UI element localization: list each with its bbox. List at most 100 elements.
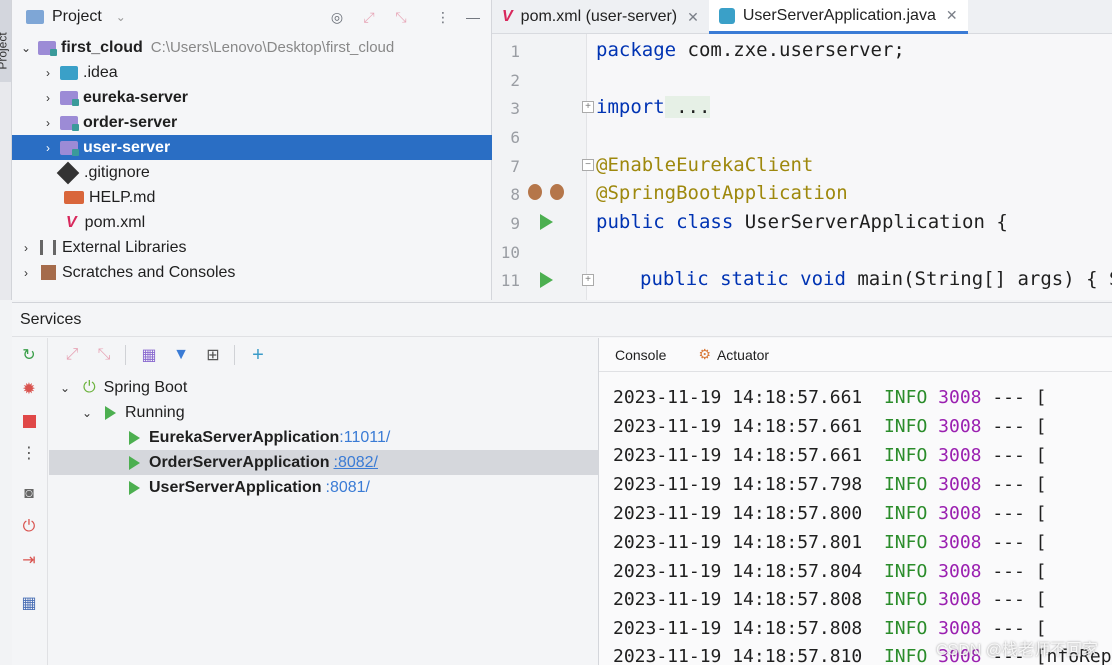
expand-icon[interactable]: ⤢ (360, 8, 378, 26)
service-item-eureka[interactable]: EurekaServerApplication :11011/ (49, 425, 598, 450)
add-icon[interactable]: + (249, 344, 267, 366)
project-panel-title[interactable]: Project (52, 8, 102, 26)
log-pid: 3008 (938, 474, 982, 495)
services-action-strip: ↻ ✹ ⋮ ◙ ⏻ ⇥ ▦ (12, 338, 48, 665)
collapse-icon[interactable]: ⤡ (95, 346, 113, 364)
code-line[interactable]: import ... (596, 96, 711, 118)
services-tree: ⌄ ⏻ Spring Boot ⌄ Running EurekaServerAp… (49, 372, 598, 665)
tree-item-scratches[interactable]: › Scratches and Consoles (12, 260, 492, 285)
code-line[interactable]: public class UserServerApplication { (596, 211, 1008, 233)
project-folder-icon (26, 10, 44, 24)
project-panel: Project ⌄ ◎ ⤢ ⤡ ⋮ — ⌄ first_cloud C:\Use… (12, 0, 492, 300)
service-port-link[interactable]: :11011/ (339, 429, 390, 447)
chevron-right-icon[interactable]: › (40, 116, 56, 130)
code-keyword: package (596, 39, 677, 61)
tree-item-pom-xml[interactable]: V pom.xml (12, 210, 492, 235)
filter-icon[interactable]: ▼ (172, 346, 190, 364)
tree-item-running[interactable]: ⌄ Running (49, 400, 598, 425)
tree-item-label: .idea (83, 63, 118, 81)
log-line: 2023-11-19 14:18:57.661 INFO 3008 --- [ (613, 387, 1047, 408)
log-rest: --- [ (981, 387, 1047, 408)
git-icon (56, 161, 80, 184)
new-tab-icon[interactable]: ⊞ (204, 346, 222, 364)
tree-item-user-server[interactable]: › user-server (12, 135, 492, 160)
tree-item-help-md[interactable]: HELP.md (12, 185, 492, 210)
chevron-down-icon[interactable]: ⌄ (79, 406, 95, 420)
layout-icon[interactable]: ▦ (20, 594, 38, 612)
fold-icon[interactable]: − (582, 159, 594, 171)
bean-icon[interactable] (550, 184, 564, 200)
tree-item-spring-boot[interactable]: ⌄ ⏻ Spring Boot (49, 375, 598, 400)
tree-item-label: Running (125, 403, 185, 421)
tree-item-order-server[interactable]: › order-server (12, 110, 492, 135)
minimize-icon[interactable]: — (464, 8, 482, 26)
tab-label: UserServerApplication.java (742, 6, 936, 24)
tree-item-gitignore[interactable]: .gitignore (12, 160, 492, 185)
run-icon[interactable] (540, 214, 553, 230)
exit-icon[interactable]: ⇥ (20, 551, 38, 569)
log-line: 2023-11-19 14:18:57.798 INFO 3008 --- [ (613, 474, 1047, 495)
chevron-right-icon[interactable]: › (18, 266, 34, 280)
line-number: 6 (510, 128, 520, 147)
close-icon[interactable]: ✕ (946, 7, 958, 24)
tree-item-label: .gitignore (84, 163, 150, 181)
fold-icon[interactable]: + (582, 101, 594, 113)
tab-console[interactable]: Console (599, 338, 682, 372)
fold-icon[interactable]: + (582, 274, 594, 286)
line-number: 1 (510, 42, 520, 61)
chevron-down-icon[interactable]: ⌄ (18, 41, 34, 55)
maven-icon: V (502, 8, 513, 25)
plug-icon[interactable]: ⏻ (20, 518, 38, 536)
bean-icon[interactable] (528, 184, 542, 200)
log-rest: --- [ (981, 532, 1047, 553)
log-line: 2023-11-19 14:18:57.661 INFO 3008 --- [ (613, 416, 1047, 437)
chevron-right-icon[interactable]: › (40, 141, 56, 155)
camera-icon[interactable]: ◙ (20, 485, 38, 503)
chevron-right-icon[interactable]: › (40, 91, 56, 105)
toolbar-separator (234, 345, 235, 365)
line-number: 2 (510, 71, 520, 90)
more-icon[interactable]: ⋮ (20, 444, 38, 462)
group-icon[interactable]: ▦ (140, 346, 158, 364)
chevron-right-icon[interactable]: › (40, 66, 56, 80)
expand-icon[interactable]: ⤢ (63, 346, 81, 364)
run-icon[interactable] (540, 272, 553, 288)
tab-pom-xml[interactable]: V pom.xml (user-server) ✕ (492, 0, 709, 34)
log-pid: 3008 (938, 532, 982, 553)
project-tool-tab-label: Project (0, 32, 10, 70)
refresh-icon[interactable]: ↻ (20, 346, 38, 364)
code-line[interactable]: @EnableEurekaClient (596, 154, 813, 176)
more-icon[interactable]: ⋮ (434, 8, 452, 26)
log-timestamp: 2023-11-19 14:18:57.661 (613, 416, 863, 437)
tree-item-label: HELP.md (89, 188, 156, 206)
tree-item-label: eureka-server (83, 88, 188, 106)
debug-icon[interactable]: ✹ (20, 380, 38, 398)
code-line[interactable]: package com.zxe.userserver; (596, 39, 905, 61)
service-port-link[interactable]: :8081/ (326, 479, 370, 497)
code-line[interactable]: public static void main(String[] args) {… (640, 268, 1112, 290)
tree-item-external-libraries[interactable]: › External Libraries (12, 235, 492, 260)
tab-actuator[interactable]: ⚙ Actuator (682, 338, 785, 372)
tree-item-first-cloud[interactable]: ⌄ first_cloud C:\Users\Lenovo\Desktop\fi… (12, 35, 492, 60)
log-pid: 3008 (938, 503, 982, 524)
chevron-down-icon[interactable]: ⌄ (57, 381, 73, 395)
stop-icon[interactable] (20, 412, 38, 430)
tree-item-eureka-server[interactable]: › eureka-server (12, 85, 492, 110)
tree-item-label: pom.xml (84, 213, 146, 231)
project-tool-tab[interactable]: Project (0, 0, 11, 82)
service-port-link[interactable]: :8082/ (334, 454, 378, 472)
service-item-user[interactable]: UserServerApplication :8081/ (49, 475, 598, 500)
service-item-order[interactable]: OrderServerApplication :8082/ (49, 450, 598, 475)
close-icon[interactable]: ✕ (687, 9, 699, 26)
tab-user-server-application[interactable]: UserServerApplication.java ✕ (708, 0, 968, 34)
log-line: 2023-11-19 14:18:57.661 INFO 3008 --- [ (613, 445, 1047, 466)
tree-item-idea[interactable]: › .idea (12, 60, 492, 85)
tree-item-label: first_cloud (61, 38, 143, 56)
target-icon[interactable]: ◎ (328, 8, 346, 26)
collapse-icon[interactable]: ⤡ (392, 8, 410, 26)
chevron-down-icon[interactable]: ⌄ (116, 10, 126, 24)
code-line[interactable]: @SpringBootApplication (596, 182, 848, 204)
chevron-right-icon[interactable]: › (18, 241, 34, 255)
log-pid: 3008 (938, 387, 982, 408)
log-level: INFO (883, 445, 928, 466)
